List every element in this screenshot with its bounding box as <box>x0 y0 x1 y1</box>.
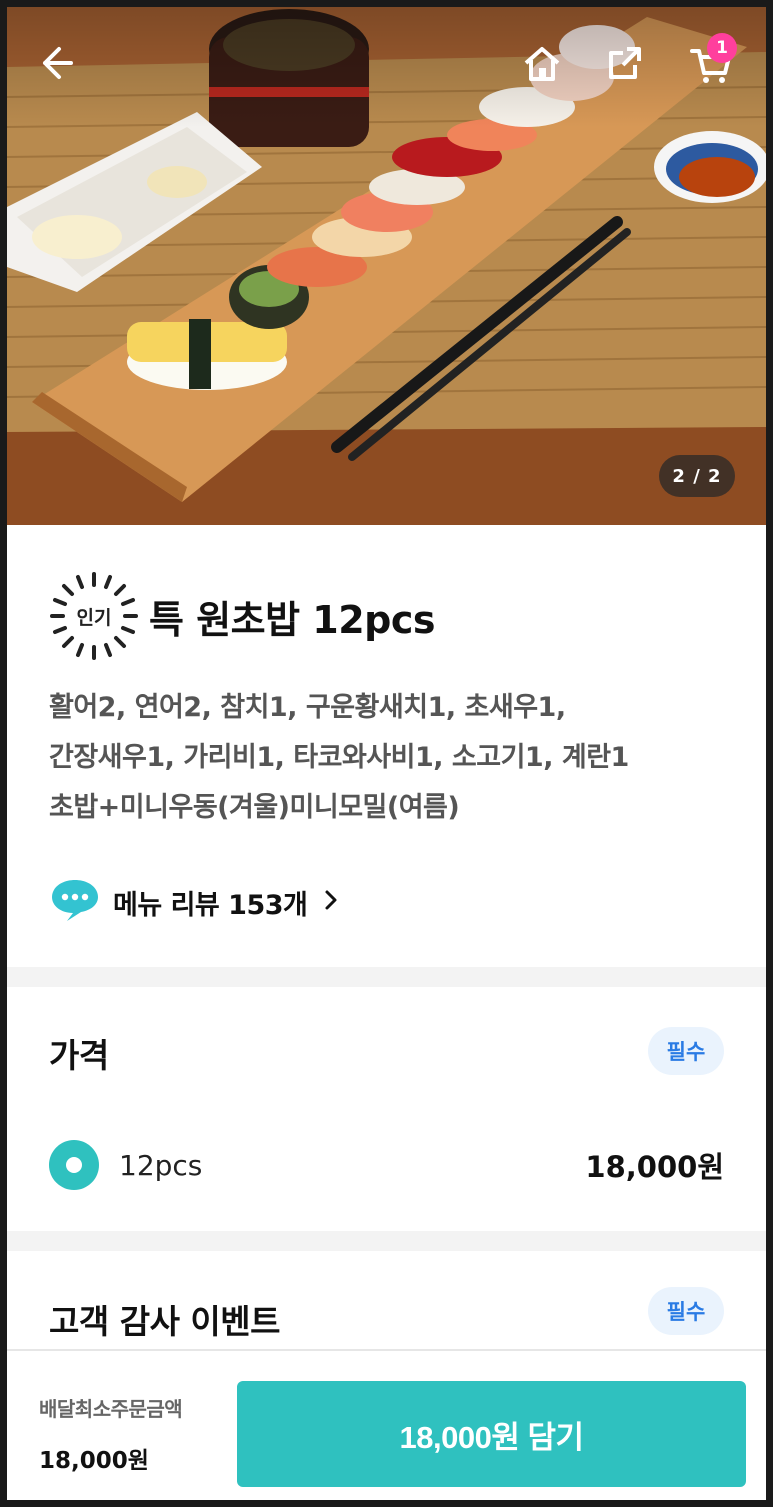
speech-bubble-icon <box>49 877 101 927</box>
popular-badge-label: 인기 <box>76 606 112 629</box>
min-order-value: 18,000원 <box>39 1448 149 1474</box>
radio-selected-icon[interactable] <box>49 1140 99 1190</box>
section-divider <box>7 967 766 987</box>
description-line: 초밥+미니우동(겨울)미니모밀(여름) <box>49 792 460 823</box>
product-image[interactable]: 1 2 / 2 <box>7 7 766 525</box>
min-order-label: 배달최소주문금액 <box>39 1397 183 1421</box>
event-section-title: 고객 감사 이벤트 <box>49 1302 281 1341</box>
price-section-title: 가격 <box>49 1036 109 1075</box>
product-title: 특 원초밥 12pcs <box>149 597 436 642</box>
bottom-order-bar: 배달최소주문금액 18,000원 18,000원 담기 <box>7 1349 766 1500</box>
product-info-section: 인기 특 원초밥 12pcs 활어2, 연어2, 참치1, 구운황새치1, 초새… <box>7 525 766 967</box>
back-button[interactable] <box>35 43 83 91</box>
option-name: 12pcs <box>119 1148 203 1182</box>
cart-count-badge: 1 <box>707 33 737 63</box>
popular-badge: 인기 <box>49 571 139 661</box>
add-to-cart-button[interactable]: 18,000원 담기 <box>237 1381 746 1487</box>
review-count-label: 메뉴 리뷰 153개 <box>113 889 308 921</box>
home-button[interactable] <box>521 43 569 91</box>
price-option-row[interactable]: 12pcs 18,000원 <box>49 1139 724 1191</box>
title-row: 인기 특 원초밥 12pcs <box>49 571 436 661</box>
description-line: 활어2, 연어2, 참치1, 구운황새치1, 초새우1, <box>49 692 566 723</box>
menu-review-link[interactable]: 메뉴 리뷰 153개 <box>49 877 339 927</box>
price-option-section: 가격 필수 12pcs 18,000원 <box>7 987 766 1231</box>
option-price: 18,000원 <box>585 1150 724 1184</box>
description-line: 간장새우1, 가리비1, 타코와사비1, 소고기1, 계란1 <box>49 742 629 773</box>
section-divider <box>7 1231 766 1251</box>
customer-event-section: 고객 감사 이벤트 필수 <box>7 1251 766 1351</box>
product-description: 활어2, 연어2, 참치1, 구운황새치1, 초새우1, 간장새우1, 가리비1… <box>49 683 729 833</box>
cart-button[interactable]: 1 <box>689 33 737 91</box>
image-page-indicator: 2 / 2 <box>659 455 735 497</box>
chevron-right-icon <box>323 888 339 916</box>
top-nav-bar: 1 <box>7 7 766 127</box>
required-badge: 필수 <box>648 1027 724 1075</box>
required-badge: 필수 <box>648 1287 724 1335</box>
app-frame: 1 2 / 2 인기 특 원초밥 12pcs 활어2, 연어2, 참치1, 구운… <box>7 7 766 1500</box>
share-button[interactable] <box>605 43 653 91</box>
